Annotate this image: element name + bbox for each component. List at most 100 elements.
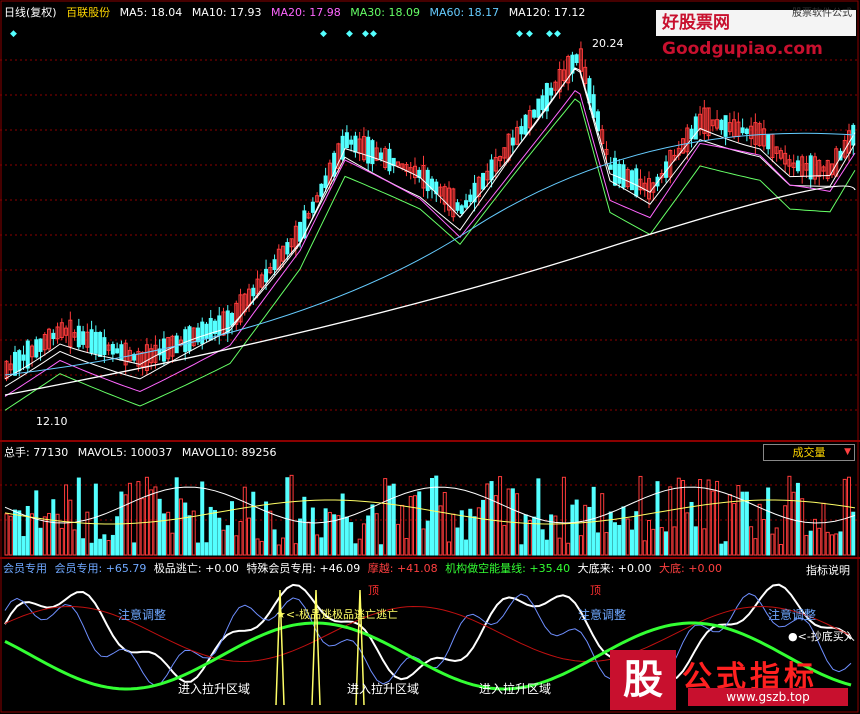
- volume-bar: [549, 514, 554, 556]
- volume-bar: [98, 538, 103, 556]
- candle-body: [310, 201, 315, 213]
- volume-bar: [378, 544, 383, 556]
- ind-h3: 特殊会员专用: +46.09: [246, 562, 361, 575]
- volume-bar: [681, 480, 686, 556]
- volume-bar: [400, 504, 405, 556]
- volume-bar: [315, 534, 320, 556]
- volume-bar: [676, 477, 681, 556]
- volume-bar: [127, 482, 132, 556]
- volume-bar: [715, 480, 720, 556]
- diamond-marker: ◆: [554, 29, 561, 39]
- candle-body: [76, 325, 81, 348]
- candle-body: [319, 183, 324, 197]
- volume-bar: [430, 478, 434, 556]
- volume-bar: [395, 523, 400, 556]
- volume-bar: [221, 529, 226, 556]
- volume-bar: [76, 477, 81, 556]
- volume-bar: [93, 483, 98, 556]
- buy-label: ●<-抄底买入: [788, 630, 855, 643]
- volume-bar: [136, 481, 141, 556]
- volume-bar: [787, 475, 792, 556]
- pull-label-1: 进入拉升区域: [178, 682, 251, 696]
- volume-bar: [689, 501, 694, 556]
- volume-bar: [570, 504, 575, 556]
- candle-body: [110, 344, 115, 355]
- volume-bar: [183, 502, 188, 556]
- volume-bar: [285, 477, 290, 556]
- volume-bar: [493, 495, 498, 556]
- volume-bar: [489, 481, 494, 556]
- candle-body: [187, 326, 192, 352]
- volume-bar: [527, 519, 532, 556]
- volume-bar: [178, 498, 183, 556]
- candle-body: [251, 287, 256, 297]
- volume-bar: [340, 493, 345, 556]
- volume-bar: [17, 510, 22, 556]
- volume-bar: [710, 490, 715, 556]
- candle-body: [183, 329, 188, 352]
- volume-bar: [476, 507, 481, 556]
- volume-bar: [123, 494, 128, 556]
- volume-bar: [740, 491, 745, 556]
- volume-bar: [719, 543, 724, 556]
- volume-bar: [238, 521, 243, 556]
- diamond-marker: ◆: [526, 29, 533, 39]
- volume-bar: [357, 538, 362, 556]
- volume-bar: [736, 485, 741, 556]
- volume-bar: [336, 515, 341, 556]
- volume-bar: [817, 527, 822, 556]
- candle-body: [13, 351, 18, 376]
- volume-bar: [327, 511, 332, 556]
- pull-label-3: 进入拉升区域: [479, 682, 552, 696]
- volume-bar: [259, 540, 264, 556]
- candle-body: [549, 87, 554, 96]
- candle-body: [455, 202, 460, 211]
- volume-bar: [191, 510, 196, 556]
- volume-bar: [812, 518, 817, 556]
- candle-body: [519, 126, 524, 135]
- indicator-selector-label: 成交量: [792, 446, 826, 459]
- volume-bar: [621, 506, 626, 556]
- candle-body: [489, 159, 494, 181]
- volume-bar: [272, 529, 277, 556]
- indicator-selector[interactable]: 成交量 ▼: [763, 444, 855, 461]
- volume-bar: [706, 479, 711, 556]
- volume-bar: [647, 520, 652, 556]
- volume-bar: [578, 535, 583, 556]
- volume-bar: [532, 516, 537, 556]
- candle-body: [115, 348, 120, 354]
- volume-bar: [59, 527, 64, 556]
- candle-body: [536, 98, 541, 118]
- candle-body: [93, 331, 98, 354]
- volume-bar: [502, 524, 507, 556]
- volume-bar: [672, 526, 677, 556]
- volume-bar: [455, 527, 460, 556]
- volume-bar: [68, 499, 73, 556]
- indicator-explain-button[interactable]: 指标说明: [806, 562, 850, 578]
- volume-bar: [804, 534, 809, 556]
- volume-bar: [302, 496, 307, 556]
- volume-bar: [38, 527, 43, 556]
- volume-bar: [13, 509, 18, 556]
- candle-body: [425, 169, 430, 192]
- candle-body: [481, 172, 486, 190]
- volume-bar: [81, 538, 86, 556]
- candle-body: [744, 128, 749, 135]
- candle-body: [323, 175, 328, 188]
- volume-bar: [842, 478, 847, 556]
- volume-bar: [770, 533, 775, 556]
- volume-bar: [417, 491, 422, 556]
- volume-bar: [8, 515, 13, 556]
- volume-bar: [30, 513, 35, 556]
- candle-body: [174, 335, 179, 354]
- volume-bar: [595, 532, 600, 556]
- candle-body: [204, 323, 209, 339]
- candle-body: [272, 259, 277, 271]
- volume-bar: [795, 482, 800, 556]
- volume-bar: [102, 534, 107, 556]
- volume-bar: [800, 498, 805, 556]
- volume-bar: [412, 495, 417, 556]
- volume-bar: [276, 544, 281, 556]
- ind-h7: 大底: +0.00: [659, 562, 722, 575]
- volume-bar: [144, 476, 149, 556]
